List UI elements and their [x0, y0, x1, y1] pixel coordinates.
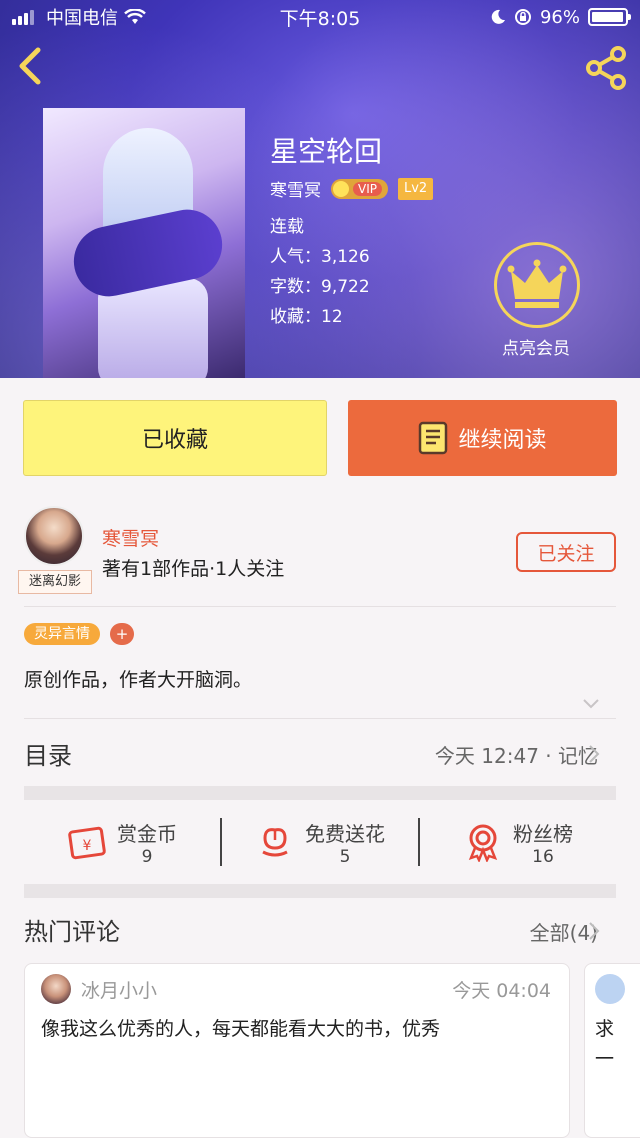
- book-cover[interactable]: [43, 108, 245, 378]
- comment-text: 像我这么优秀的人，每天都能看大大的书，优秀: [41, 1018, 441, 1040]
- chevron-down-icon[interactable]: [582, 696, 600, 710]
- continue-reading-button[interactable]: 继续阅读: [348, 400, 617, 476]
- section-separator: [24, 786, 616, 800]
- book-meta: 连载 人气：3,126 字数：9,722 收藏：12: [270, 212, 370, 332]
- commenter-name[interactable]: 冰月小小: [81, 976, 157, 1003]
- battery-icon: [588, 8, 631, 26]
- flower-icon: [262, 828, 288, 857]
- serial-status: 连载: [270, 217, 304, 237]
- chevron-right-icon[interactable]: [588, 744, 600, 764]
- book-header: 中国电信 下午8:05 96% 星空轮回 寒雪冥 VIP Lv2 连载 人气：3…: [0, 0, 640, 378]
- svg-text:¥: ¥: [83, 838, 92, 854]
- author-avatar[interactable]: [24, 506, 84, 566]
- favorited-label: 已收藏: [141, 428, 208, 453]
- signal-icon: [12, 9, 34, 25]
- commenter-avatar[interactable]: [41, 974, 71, 1004]
- book-title: 星空轮回: [270, 135, 383, 168]
- vip-member-label[interactable]: 点亮会员: [486, 334, 586, 359]
- add-tag-button[interactable]: +: [110, 623, 134, 645]
- status-bar: 中国电信 下午8:05 96%: [0, 0, 640, 34]
- stats-bar: ¥ 赏金币 9 免费送花 5 粉丝榜 16: [24, 800, 616, 884]
- continue-reading-label: 继续阅读: [458, 428, 547, 453]
- comment-card[interactable]: 冰月小小 今天 04:04 像我这么优秀的人，每天都能看大大的书，优秀: [24, 963, 570, 1138]
- sun-icon: [333, 180, 349, 197]
- favorited-button[interactable]: 已收藏: [23, 400, 327, 476]
- toc-title[interactable]: 目录: [24, 736, 72, 771]
- divider: [24, 718, 616, 719]
- back-icon[interactable]: [14, 46, 46, 86]
- comment-time: 今天 04:04: [452, 980, 551, 1002]
- carrier-label: 中国电信: [46, 8, 118, 29]
- author-info: 著有1部作品·1人关注: [102, 558, 285, 580]
- book-author[interactable]: 寒雪冥: [270, 176, 321, 201]
- comment-card[interactable]: 求一: [584, 963, 640, 1138]
- hot-comments-title: 热门评论: [24, 918, 120, 946]
- vip-member-button[interactable]: [494, 242, 580, 328]
- follow-button[interactable]: 已关注: [516, 532, 616, 572]
- battery-percent: 96%: [539, 6, 580, 28]
- chevron-right-icon[interactable]: [588, 921, 600, 941]
- section-separator: [24, 884, 616, 898]
- toc-latest-chapter[interactable]: 今天 12:47 · 记忆: [435, 740, 598, 769]
- rotation-lock-icon: [514, 9, 531, 25]
- word-count-row: 字数：9,722: [270, 277, 370, 297]
- commenter-avatar[interactable]: [595, 974, 625, 1004]
- reward-coins[interactable]: ¥ 赏金币 9: [24, 818, 220, 867]
- moon-icon: [491, 9, 505, 24]
- send-flowers[interactable]: 免费送花 5: [222, 818, 418, 867]
- medal-icon: [468, 824, 498, 862]
- author-section: 迷离幻影 寒雪冥 著有1部作品·1人关注 已关注: [0, 496, 640, 606]
- crown-icon: [507, 259, 567, 308]
- author-name[interactable]: 寒雪冥: [102, 524, 159, 551]
- genre-tag[interactable]: 灵异言情: [24, 623, 100, 645]
- coin-envelope-icon: ¥: [68, 826, 106, 860]
- wifi-icon: [124, 9, 146, 24]
- book-description: 原创作品，作者大开脑洞。: [24, 669, 253, 691]
- comment-text: 求一: [595, 1018, 615, 1070]
- favorites-row: 收藏：12: [270, 307, 343, 327]
- fan-ranking[interactable]: 粉丝榜 16: [420, 818, 616, 867]
- vip-badge: VIP: [331, 178, 388, 199]
- clock: 下午8:05: [279, 7, 361, 30]
- popularity-row: 人气：3,126: [270, 247, 370, 267]
- divider: [24, 606, 616, 607]
- book-icon: [419, 421, 448, 455]
- avatar-tag: 迷离幻影: [18, 570, 92, 594]
- level-badge: Lv2: [397, 177, 434, 200]
- share-icon[interactable]: [584, 46, 628, 90]
